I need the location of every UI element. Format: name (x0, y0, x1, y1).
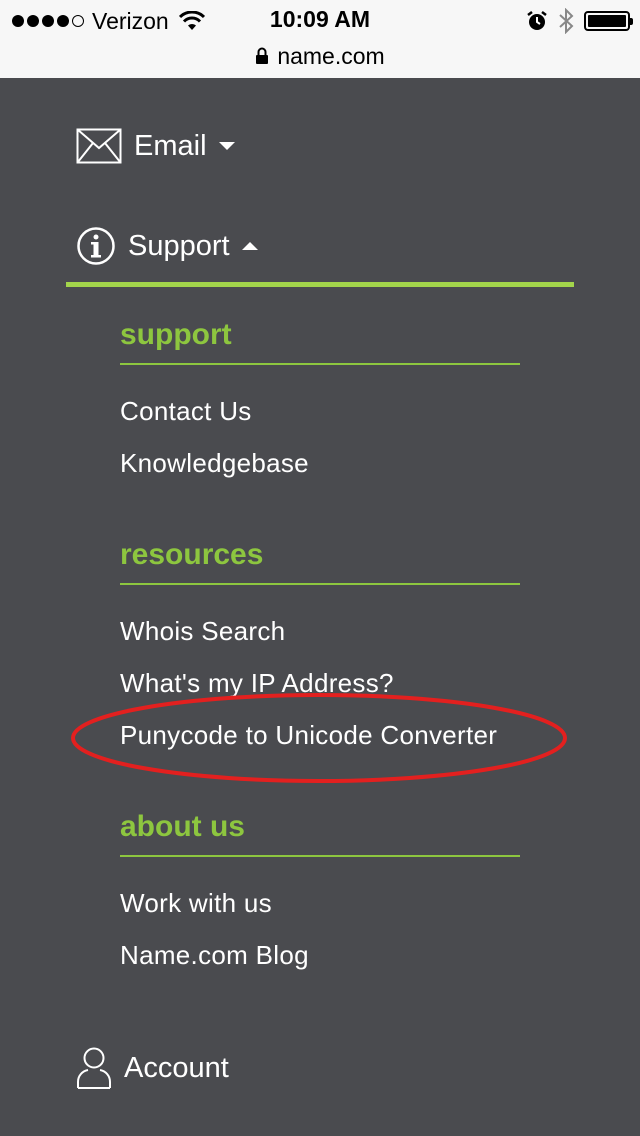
link-whois-search[interactable]: Whois Search (120, 616, 285, 647)
user-icon (76, 1047, 112, 1089)
nav-account[interactable]: Account (76, 1046, 229, 1090)
link-work-with-us[interactable]: Work with us (120, 888, 272, 919)
url-domain: name.com (277, 42, 385, 69)
highlight-ring (71, 693, 567, 783)
status-bar-right (526, 8, 633, 34)
chevron-up-icon (241, 242, 258, 250)
address-bar[interactable]: name.com (0, 42, 640, 70)
section-divider (120, 855, 520, 857)
link-name-blog[interactable]: Name.com Blog (120, 940, 309, 971)
section-divider (120, 583, 520, 585)
info-icon (77, 227, 115, 265)
nav-email-label: Email (134, 129, 207, 162)
nav-email[interactable]: Email (76, 128, 235, 164)
section-title-about-us: about us (120, 810, 245, 843)
section-title-resources: resources (120, 538, 264, 571)
nav-support-label: Support (128, 229, 230, 262)
link-contact-us[interactable]: Contact Us (120, 396, 252, 427)
nav-account-label: Account (124, 1051, 229, 1084)
section-title-support: support (120, 318, 232, 351)
envelope-icon (76, 128, 122, 164)
support-active-underline (66, 282, 574, 287)
status-bar: Verizon 10:09 AM name.com (0, 0, 640, 78)
battery-icon (584, 11, 633, 31)
link-knowledgebase[interactable]: Knowledgebase (120, 448, 309, 479)
chevron-down-icon (218, 142, 235, 150)
alarm-icon (527, 11, 547, 30)
section-divider (120, 363, 520, 365)
lock-icon (256, 47, 269, 64)
bluetooth-icon (559, 8, 574, 34)
nav-support[interactable]: Support (76, 226, 258, 266)
